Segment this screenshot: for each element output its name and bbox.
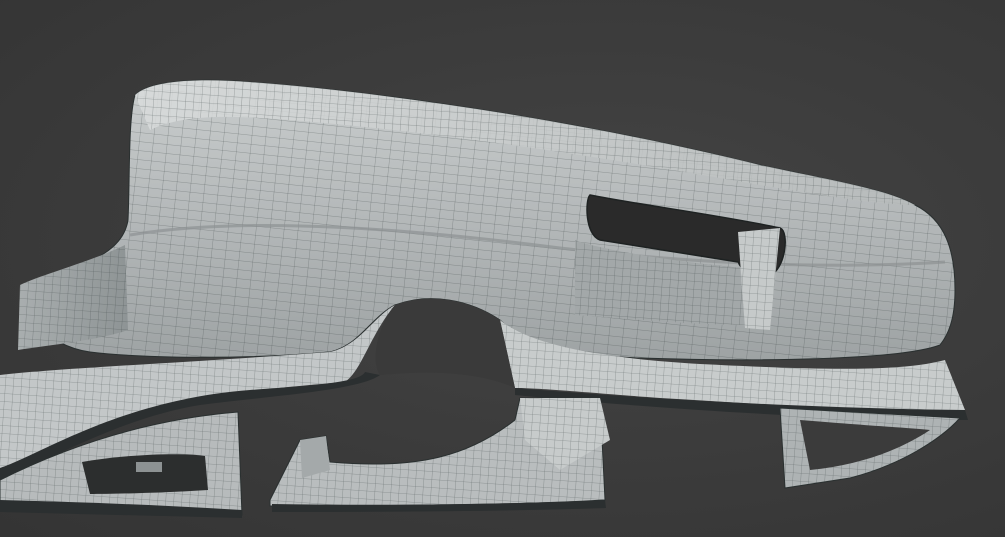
fog-light-marker (136, 462, 162, 472)
fog-light-opening (82, 454, 208, 494)
diffuser-fin-mesh[interactable] (779, 407, 962, 489)
scene-canvas[interactable] (0, 0, 1005, 537)
3d-viewport[interactable] (0, 0, 1005, 537)
side-skirt-mesh[interactable] (269, 397, 610, 512)
